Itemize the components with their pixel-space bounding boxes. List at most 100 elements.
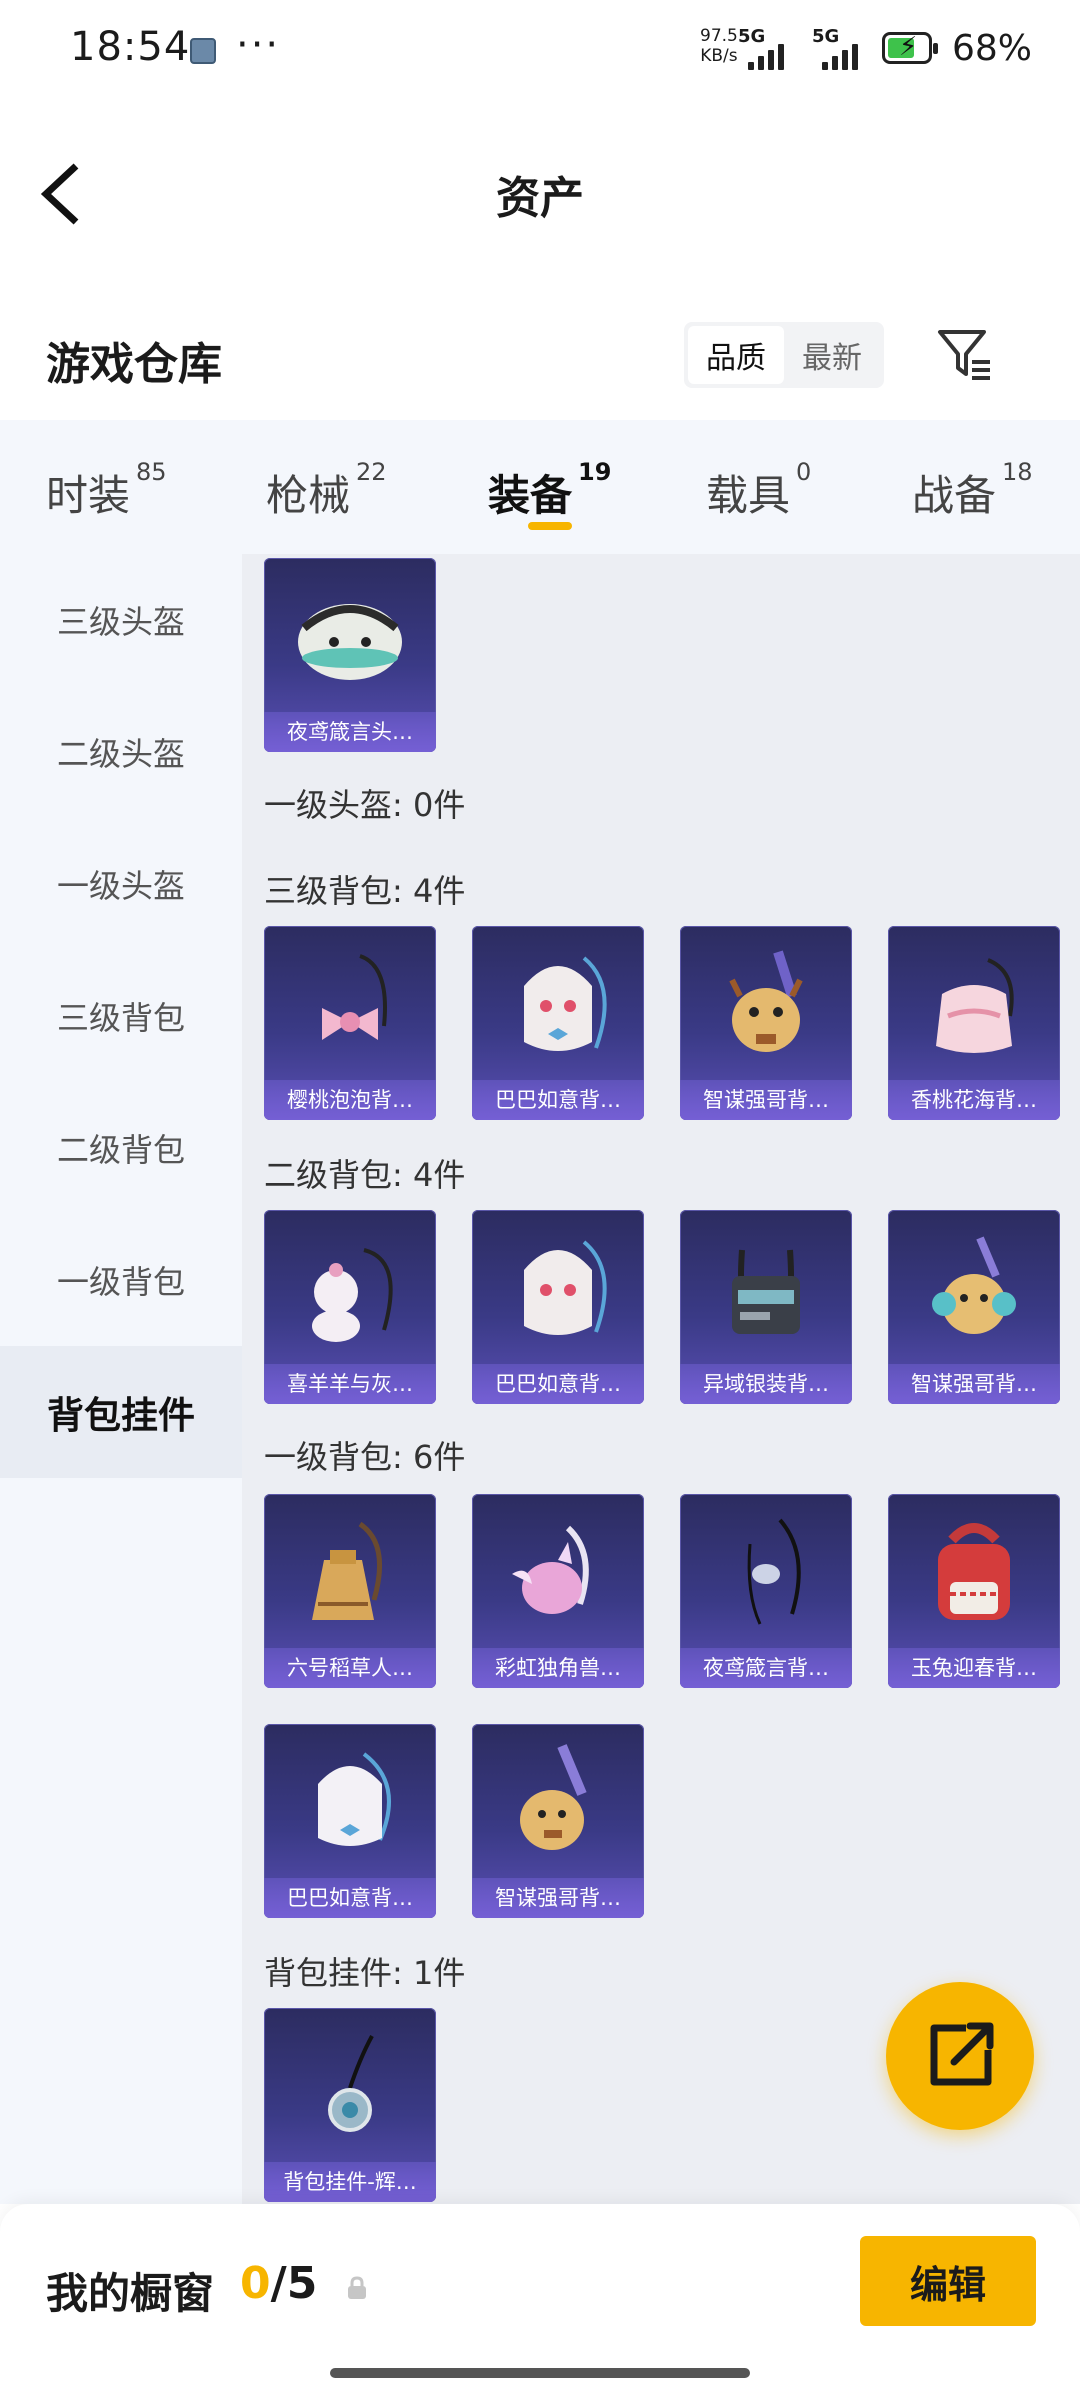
tab-count: 22 bbox=[356, 458, 387, 486]
backpack-item-icon bbox=[524, 1240, 607, 1335]
share-external-icon bbox=[930, 2022, 994, 2086]
item-name: 夜鸢箴言头… bbox=[264, 712, 436, 752]
item-card[interactable]: 樱桃泡泡背… bbox=[264, 926, 436, 1120]
item-card[interactable]: 智谋强哥背… bbox=[888, 1210, 1060, 1404]
tab-vehicles[interactable]: 载具 0 bbox=[706, 458, 811, 523]
sidebar-item-backpack-lv2[interactable]: 二级背包 bbox=[0, 1082, 242, 1214]
showcase-count-total: /5 bbox=[270, 2258, 318, 2309]
filter-button[interactable] bbox=[934, 322, 994, 388]
home-indicator[interactable] bbox=[330, 2368, 750, 2378]
signal-sim2-icon: 5G bbox=[812, 26, 874, 70]
item-card[interactable]: 巴巴如意背… bbox=[472, 1210, 644, 1404]
item-card[interactable]: 异域银装背… bbox=[680, 1210, 852, 1404]
item-card[interactable]: 夜鸢箴言头… bbox=[264, 558, 436, 752]
item-card[interactable]: 智谋强哥背… bbox=[472, 1724, 644, 1918]
tab-label: 枪械 bbox=[266, 471, 351, 520]
item-name: 巴巴如意背… bbox=[472, 1080, 644, 1120]
backpack-item-icon bbox=[524, 956, 607, 1051]
sidebar-item-backpack-lv1[interactable]: 一级背包 bbox=[0, 1214, 242, 1346]
sidebar-item-backpack-lv3[interactable]: 三级背包 bbox=[0, 950, 242, 1082]
tab-fashion[interactable]: 时装 85 bbox=[46, 458, 167, 523]
group-label-backpack-charm: 背包挂件: 1件 bbox=[264, 1954, 466, 1992]
sort-option-newest[interactable]: 最新 bbox=[784, 326, 880, 384]
sidebar-item-helmet-lv1[interactable]: 一级头盔 bbox=[0, 818, 242, 950]
item-card[interactable]: 夜鸢箴言背… bbox=[680, 1494, 852, 1688]
item-card[interactable]: 六号稻草人… bbox=[264, 1494, 436, 1688]
lock-icon bbox=[348, 2276, 366, 2299]
network-speed: 97.5 KB/s bbox=[700, 26, 738, 66]
filter-icon bbox=[938, 330, 990, 380]
item-name: 智谋强哥背… bbox=[680, 1080, 852, 1120]
backpack-item-icon bbox=[732, 1249, 800, 1334]
edit-button[interactable]: 编辑 bbox=[860, 2236, 1036, 2326]
backpack-item-icon bbox=[747, 1518, 801, 1625]
tab-equipment[interactable]: 装备 19 bbox=[488, 458, 611, 523]
group-label-backpack-lv2: 二级背包: 4件 bbox=[264, 1156, 466, 1194]
item-name: 香桃花海背… bbox=[888, 1080, 1060, 1120]
backpack-item-icon bbox=[322, 954, 387, 1040]
sidebar-item-helmet-lv2[interactable]: 二级头盔 bbox=[0, 686, 242, 818]
backpack-item-icon bbox=[312, 1521, 382, 1620]
charm-item-icon bbox=[328, 2035, 374, 2132]
tab-count: 85 bbox=[136, 458, 167, 486]
showcase-label: 我的橱窗 bbox=[46, 2269, 215, 2318]
charging-bolt-icon: ⚡ bbox=[899, 32, 918, 62]
item-name: 巴巴如意背… bbox=[264, 1878, 436, 1918]
tab-gear[interactable]: 战备 18 bbox=[912, 458, 1033, 523]
backpack-item-icon bbox=[932, 1236, 1016, 1334]
tab-count: 18 bbox=[1002, 458, 1033, 486]
sidebar: 三级头盔 二级头盔 一级头盔 三级背包 二级背包 一级背包 背包挂件 bbox=[0, 554, 242, 2204]
app-header: 资产 bbox=[0, 100, 1080, 280]
group-label-backpack-lv3: 三级背包: 4件 bbox=[264, 872, 466, 910]
backpack-item-icon bbox=[729, 950, 803, 1052]
group-label-backpack-lv1: 一级背包: 6件 bbox=[264, 1438, 466, 1476]
signal-sim1-icon: 5G bbox=[738, 26, 800, 70]
item-grid: 夜鸢箴言头… 一级头盔: 0件 三级背包: 4件 樱桃泡泡背… 巴巴如意背… 智… bbox=[242, 554, 1080, 2204]
sidebar-item-helmet-lv3[interactable]: 三级头盔 bbox=[0, 554, 242, 686]
item-name: 玉兔迎春背… bbox=[888, 1648, 1060, 1688]
sidebar-item-backpack-charm[interactable]: 背包挂件 bbox=[0, 1346, 242, 1478]
backpack-item-icon bbox=[938, 1523, 1010, 1620]
tab-label: 战备 bbox=[912, 471, 997, 520]
item-name: 智谋强哥背… bbox=[888, 1364, 1060, 1404]
backpack-item-icon bbox=[936, 958, 1014, 1053]
tab-label: 载具 bbox=[706, 471, 791, 520]
sort-toggle: 品质 最新 bbox=[684, 322, 884, 388]
item-name: 异域银装背… bbox=[680, 1364, 852, 1404]
battery-percent: 68% bbox=[952, 28, 1033, 69]
status-bar: 18:54 ··· 97.5 KB/s 5G 5G ⚡ 68% bbox=[0, 0, 1080, 100]
item-name: 背包挂件-辉… bbox=[264, 2162, 436, 2202]
page-title: 资产 bbox=[496, 173, 584, 224]
item-card[interactable]: 巴巴如意背… bbox=[472, 926, 644, 1120]
item-card[interactable]: 巴巴如意背… bbox=[264, 1724, 436, 1918]
active-tab-indicator bbox=[528, 522, 572, 530]
backpack-item-icon bbox=[520, 1744, 587, 1850]
item-name: 六号稻草人… bbox=[264, 1648, 436, 1688]
showcase-count-current: 0 bbox=[240, 2258, 271, 2309]
item-card[interactable]: 喜羊羊与灰… bbox=[264, 1210, 436, 1404]
category-tabs: 时装 85 枪械 22 装备 19 载具 0 战备 18 bbox=[0, 420, 1080, 554]
item-card[interactable]: 彩虹独角兽… bbox=[472, 1494, 644, 1688]
backpack-item-icon bbox=[318, 1752, 391, 1846]
tab-label: 装备 bbox=[488, 471, 573, 520]
item-card[interactable]: 玉兔迎春背… bbox=[888, 1494, 1060, 1688]
share-fab-button[interactable] bbox=[886, 1982, 1034, 2130]
showcase-count: 0/5 bbox=[240, 2258, 317, 2309]
helmet-item-icon bbox=[298, 604, 402, 680]
item-name: 彩虹独角兽… bbox=[472, 1648, 644, 1688]
item-name: 智谋强哥背… bbox=[472, 1878, 644, 1918]
status-time: 18:54 bbox=[70, 24, 191, 70]
warehouse-title: 游戏仓库 bbox=[46, 339, 222, 390]
tab-count: 0 bbox=[796, 458, 812, 486]
item-name: 樱桃泡泡背… bbox=[264, 1080, 436, 1120]
tab-firearms[interactable]: 枪械 22 bbox=[266, 458, 387, 523]
more-notifications-icon: ··· bbox=[236, 22, 281, 68]
item-card[interactable]: 香桃花海背… bbox=[888, 926, 1060, 1120]
item-card[interactable]: 智谋强哥背… bbox=[680, 926, 852, 1120]
tab-count: 19 bbox=[578, 458, 612, 486]
sort-option-quality[interactable]: 品质 bbox=[688, 326, 784, 384]
network-speed-value: 97.5 bbox=[700, 26, 738, 46]
backpack-item-icon bbox=[312, 1248, 393, 1342]
item-card[interactable]: 背包挂件-辉… bbox=[264, 2008, 436, 2202]
item-name: 夜鸢箴言背… bbox=[680, 1648, 852, 1688]
